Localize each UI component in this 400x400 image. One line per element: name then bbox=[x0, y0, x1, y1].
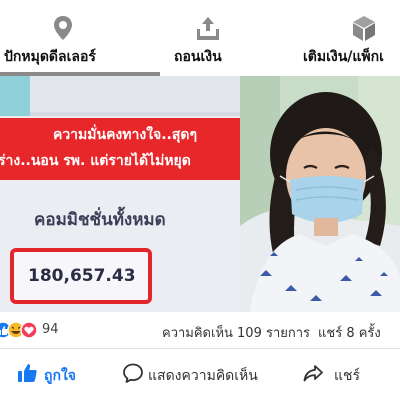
comment-count[interactable]: ความคิดเห็น 109 รายการ bbox=[162, 322, 310, 343]
banner-line-1: ความมั่นคงทางใจ..สุดๆ bbox=[52, 127, 198, 143]
post-action-bar: ถูกใจ แสดงความคิดเห็น แชร์ bbox=[0, 349, 400, 400]
tab-topup-package[interactable]: เติมเงิน/แพ็กเ bbox=[290, 0, 400, 76]
tab-label: เติมเงิน/แพ็กเ bbox=[303, 49, 384, 65]
comment-label: แสดงความคิดเห็น bbox=[148, 368, 258, 384]
withdraw-tray-icon bbox=[197, 17, 219, 40]
location-pin-icon bbox=[54, 16, 72, 40]
comment-bubble-icon bbox=[123, 363, 143, 383]
tab-pin-dealer[interactable]: ปักหมุดดีลเลอร์ bbox=[0, 0, 160, 76]
like-button[interactable]: ถูกใจ bbox=[14, 349, 104, 400]
commission-amount-box: 180,657.43 bbox=[10, 248, 152, 304]
promo-banner: ความมั่นคงทางใจ..สุดๆ ร่าง..นอน รพ. แต่ร… bbox=[0, 118, 240, 180]
share-label: แชร์ bbox=[334, 368, 361, 384]
package-box-icon bbox=[353, 16, 375, 41]
photo-woman-hospital bbox=[240, 76, 400, 312]
app-screenshot-panel: ความมั่นคงทางใจ..สุดๆ ร่าง..นอน รพ. แต่ร… bbox=[0, 76, 240, 312]
share-arrow-icon bbox=[303, 365, 323, 382]
screenshot-header bbox=[0, 76, 240, 116]
love-reaction-icon bbox=[20, 321, 38, 339]
banner-line-2: ร่าง..นอน รพ. แต่รายได้ไม่หยุด bbox=[0, 153, 191, 169]
post-image[interactable]: ความมั่นคงทางใจ..สุดๆ ร่าง..นอน รพ. แต่ร… bbox=[0, 76, 400, 312]
reaction-count[interactable]: 94 bbox=[42, 322, 59, 337]
comment-button[interactable]: แสดงความคิดเห็น bbox=[118, 349, 268, 400]
share-button[interactable]: แชร์ bbox=[300, 349, 400, 400]
post-stats-row: 94 ความคิดเห็น 109 รายการ แชร์ 8 ครั้ง bbox=[0, 312, 400, 348]
top-tab-bar: ปักหมุดดีลเลอร์ ถอนเงิน เติมเงิน/แพ็กเ bbox=[0, 0, 400, 76]
tab-label: ปักหมุดดีลเลอร์ bbox=[4, 49, 96, 65]
woman-in-hospital-photo bbox=[240, 76, 400, 312]
share-count[interactable]: แชร์ 8 ครั้ง bbox=[318, 322, 381, 343]
thumbs-up-icon bbox=[18, 364, 37, 382]
tab-withdraw[interactable]: ถอนเงิน bbox=[160, 0, 256, 76]
tab-label: ถอนเงิน bbox=[174, 49, 222, 65]
like-label: ถูกใจ bbox=[44, 368, 76, 384]
commission-label: คอมมิชชั่นทั้งหมด bbox=[34, 210, 166, 230]
commission-amount: 180,657.43 bbox=[28, 266, 136, 286]
reactions-summary[interactable] bbox=[0, 321, 44, 339]
